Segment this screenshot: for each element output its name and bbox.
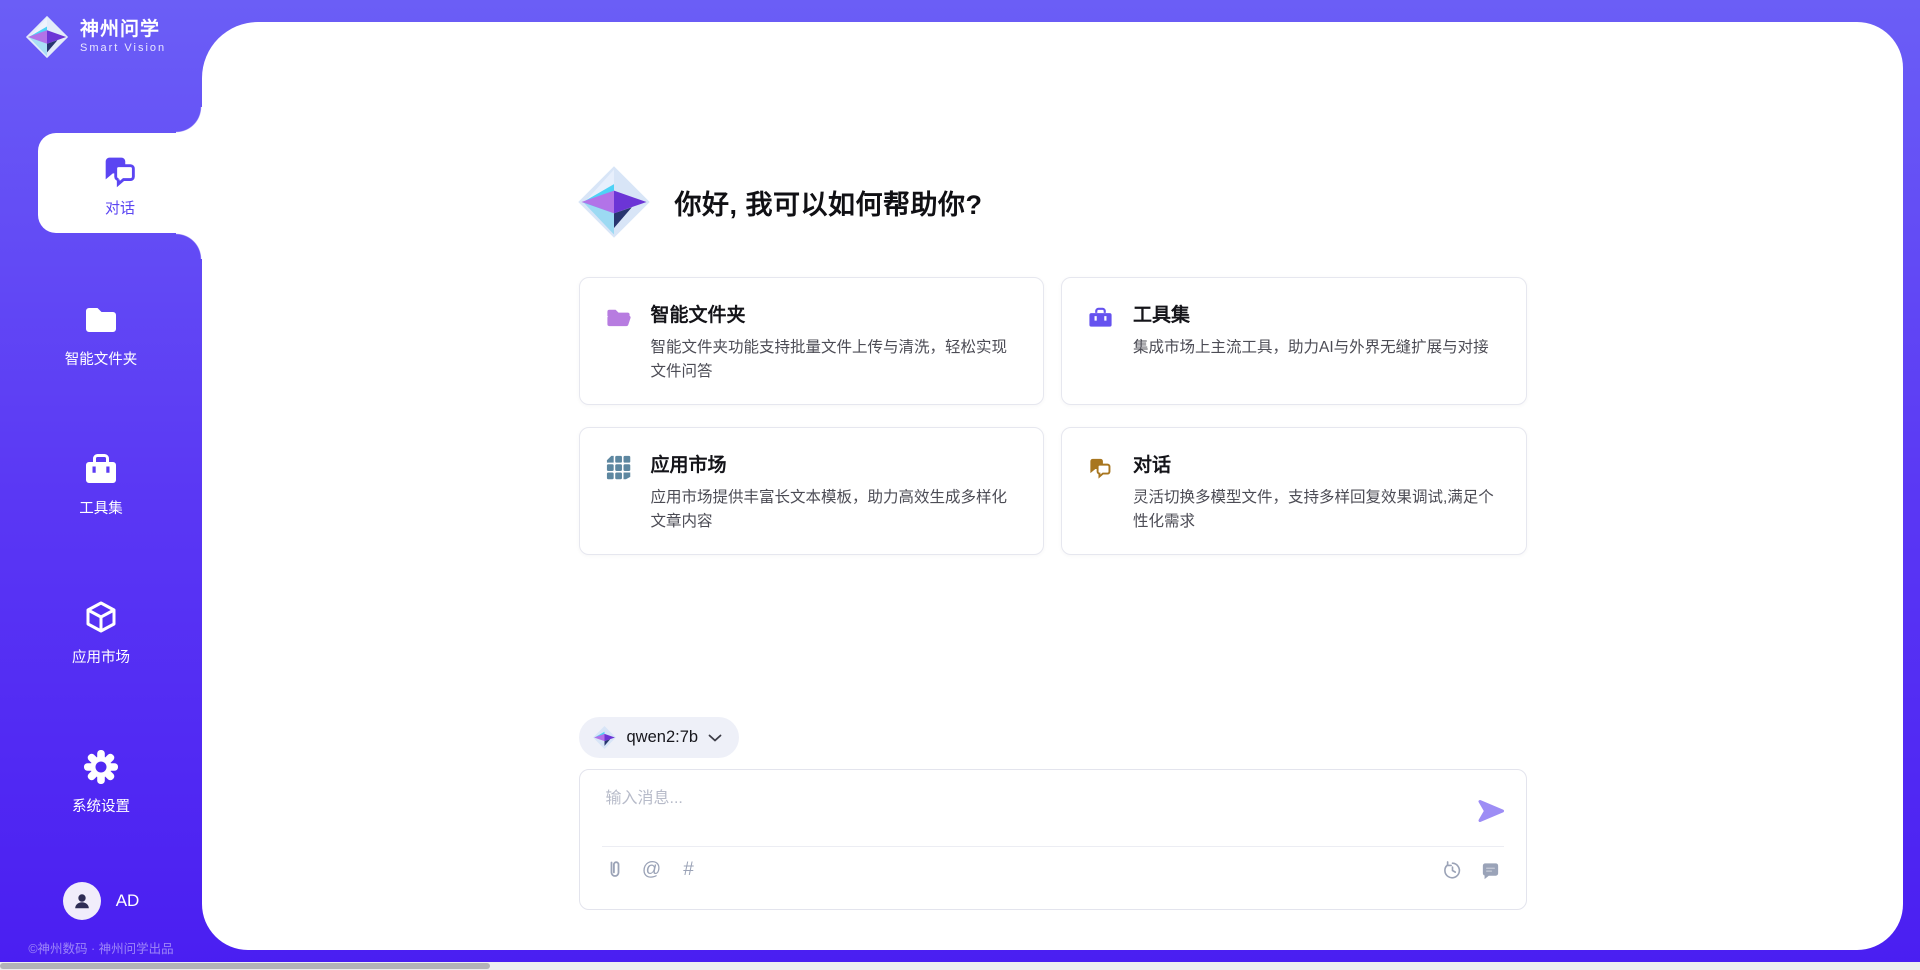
user-account[interactable]: AD — [0, 882, 202, 920]
sidebar-item-label: 对话 — [105, 197, 135, 218]
gear-icon — [81, 747, 121, 787]
card-chat[interactable]: 对话 灵活切换多模型文件，支持多样回复效果调试,满足个性化需求 — [1061, 427, 1527, 555]
message-input[interactable] — [604, 784, 1424, 814]
feature-cards: 智能文件夹 智能文件夹功能支持批量文件上传与清洗，轻松实现文件问答 工具集 集成… — [579, 277, 1527, 555]
cube-icon — [81, 598, 121, 638]
main-panel: 你好, 我可以如何帮助你? 智能文件夹 智能文件夹功能支持批量文件上传与清洗，轻… — [202, 22, 1903, 950]
scrollbar-thumb[interactable] — [0, 963, 490, 969]
history-icon[interactable] — [1442, 859, 1464, 881]
composer: @ # — [579, 769, 1527, 910]
diamond-logo-icon — [592, 725, 617, 750]
sidebar-item-label: 应用市场 — [72, 646, 130, 667]
send-icon[interactable] — [1476, 796, 1506, 826]
card-description: 应用市场提供丰富长文本模板，助力高效生成多样化文章内容 — [651, 486, 1020, 534]
composer-divider — [602, 846, 1504, 847]
paperclip-icon[interactable] — [604, 859, 626, 881]
toolbox-icon — [81, 449, 121, 489]
card-app-market[interactable]: 应用市场 应用市场提供丰富长文本模板，助力高效生成多样化文章内容 — [579, 427, 1045, 555]
copyright-text: ©神州数码 · 神州问学出品 — [0, 938, 202, 957]
main-content: 你好, 我可以如何帮助你? 智能文件夹 智能文件夹功能支持批量文件上传与清洗，轻… — [579, 22, 1527, 950]
comment-icon[interactable] — [1480, 859, 1502, 881]
sidebar-item-label: 工具集 — [79, 497, 123, 518]
diamond-logo-icon — [575, 163, 653, 241]
grid-icon — [605, 454, 632, 481]
sidebar-item-smart-folder[interactable]: 智能文件夹 — [0, 300, 202, 369]
greeting-row: 你好, 我可以如何帮助你? — [575, 163, 983, 241]
hash-icon[interactable]: # — [678, 859, 700, 881]
at-sign-icon[interactable]: @ — [641, 859, 663, 881]
diamond-logo-icon — [24, 14, 70, 60]
card-description: 集成市场上主流工具，助力AI与外界无缝扩展与对接 — [1133, 336, 1502, 360]
card-title: 智能文件夹 — [651, 300, 1020, 327]
sidebar-item-chat-active[interactable]: 对话 — [38, 133, 202, 233]
card-title: 工具集 — [1133, 300, 1502, 327]
sidebar: 神州问学 Smart Vision 对话 智能文件夹 — [0, 0, 202, 970]
card-description: 灵活切换多模型文件，支持多样回复效果调试,满足个性化需求 — [1133, 486, 1502, 534]
composer-right-tools — [1442, 859, 1502, 881]
brand: 神州问学 Smart Vision — [0, 0, 202, 60]
horizontal-scrollbar[interactable] — [0, 962, 1920, 970]
brand-name: 神州问学 — [80, 20, 166, 41]
sidebar-nav: 智能文件夹 工具集 应用市场 — [0, 300, 202, 896]
sidebar-item-settings[interactable]: 系统设置 — [0, 747, 202, 816]
chat-bubbles-icon — [99, 149, 141, 191]
composer-tools: @ # — [604, 859, 700, 881]
sidebar-item-label: 智能文件夹 — [65, 348, 138, 369]
card-title: 应用市场 — [651, 450, 1020, 477]
avatar — [63, 882, 101, 920]
sidebar-item-label: 系统设置 — [72, 795, 130, 816]
folder-icon — [81, 300, 121, 340]
model-name: qwen2:7b — [627, 728, 699, 747]
chat-bubbles-icon — [1087, 454, 1114, 481]
greeting-text: 你好, 我可以如何帮助你? — [675, 183, 983, 222]
card-smart-folder[interactable]: 智能文件夹 智能文件夹功能支持批量文件上传与清洗，轻松实现文件问答 — [579, 277, 1045, 405]
folder-open-icon — [605, 304, 632, 331]
chevron-down-icon — [708, 734, 722, 742]
app-viewport: 你好, 我可以如何帮助你? 智能文件夹 智能文件夹功能支持批量文件上传与清洗，轻… — [0, 0, 1920, 970]
person-icon — [70, 889, 94, 913]
card-toolset[interactable]: 工具集 集成市场上主流工具，助力AI与外界无缝扩展与对接 — [1061, 277, 1527, 405]
sidebar-item-toolset[interactable]: 工具集 — [0, 449, 202, 518]
user-name: AD — [116, 891, 140, 911]
card-title: 对话 — [1133, 450, 1502, 477]
model-selector[interactable]: qwen2:7b — [579, 717, 740, 758]
sidebar-item-app-market[interactable]: 应用市场 — [0, 598, 202, 667]
briefcase-icon — [1087, 304, 1114, 331]
card-description: 智能文件夹功能支持批量文件上传与清洗，轻松实现文件问答 — [651, 336, 1020, 384]
brand-subtitle: Smart Vision — [80, 42, 166, 54]
